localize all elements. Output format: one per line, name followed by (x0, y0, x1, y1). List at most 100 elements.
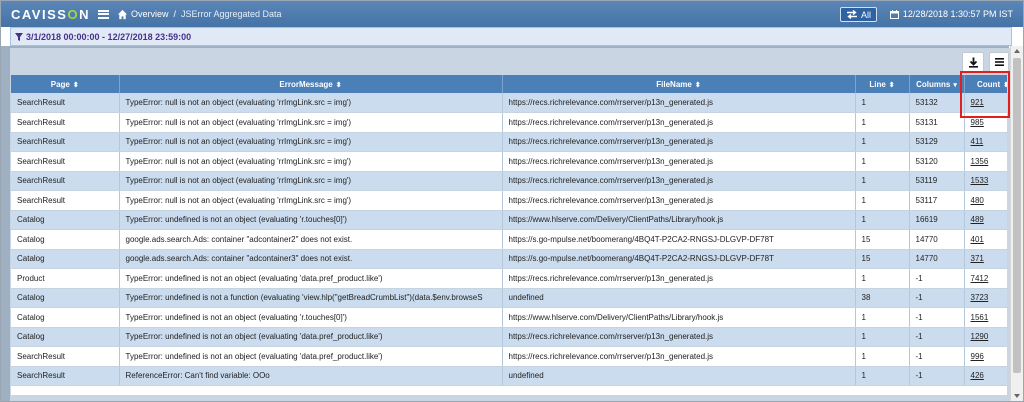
datetime-text: 12/28/2018 1:30:57 PM IST (902, 9, 1013, 19)
table-row[interactable]: SearchResult TypeError: null is not an ob… (11, 151, 1007, 172)
cell-line: 1 (855, 307, 910, 328)
cell-error-message: TypeError: undefined is not a function (… (119, 288, 503, 308)
sort-icon[interactable]: ⬍ (889, 82, 895, 89)
cell-line: 1 (855, 366, 910, 386)
cell-count: 7412 (964, 268, 1007, 289)
cell-count: 426 (964, 366, 1007, 386)
table-row[interactable]: Catalog google.ads.search.Ads: container … (11, 249, 1007, 269)
breadcrumb-overview[interactable]: Overview (131, 9, 169, 19)
table-header-row: Page ⬍ ErrorMessage ⬍ FileName ⬍ Line ⬍ Columns ▾… (11, 75, 1007, 93)
menu-icon[interactable] (97, 9, 109, 19)
cell-line: 1 (855, 151, 910, 172)
cell-count: 371 (964, 249, 1007, 269)
count-link[interactable]: 1533 (971, 176, 989, 185)
all-button[interactable]: All (839, 7, 877, 22)
cell-error-message: TypeError: null is not an object (evalua… (119, 171, 503, 191)
table-row[interactable]: SearchResult TypeError: null is not an ob… (11, 93, 1007, 113)
count-link[interactable]: 371 (971, 254, 984, 263)
count-link[interactable]: 996 (971, 352, 984, 361)
table-row[interactable]: Catalog TypeError: undefined is not a fun… (11, 288, 1007, 308)
filter-icon (15, 32, 23, 41)
table-body: SearchResult TypeError: null is not an ob… (11, 93, 1007, 386)
time-filter-bar[interactable]: 3/1/2018 00:00:00 - 12/27/2018 23:59:00 (10, 27, 1012, 46)
column-header-label: Count (977, 79, 1001, 89)
column-header-label: Page (50, 79, 70, 89)
cell-line: 1 (855, 327, 910, 347)
cell-page: Catalog (11, 327, 120, 347)
sort-icon[interactable]: ⬍ (336, 82, 342, 89)
table-row[interactable]: SearchResult TypeError: undefined is not … (11, 346, 1007, 367)
cell-page: SearchResult (11, 132, 120, 152)
count-link[interactable]: 1290 (971, 332, 989, 341)
cell-columns: -1 (909, 366, 965, 386)
column-header-page[interactable]: Page ⬍ (11, 75, 120, 93)
scrollbar-thumb[interactable] (1013, 58, 1021, 373)
scroll-down-icon[interactable] (1014, 394, 1020, 398)
count-link[interactable]: 3723 (971, 293, 989, 302)
cell-file-name: https://www.hlserve.com/Delivery/ClientP… (502, 307, 856, 328)
table-row[interactable]: SearchResult ReferenceError: Can't find v… (11, 366, 1007, 386)
swap-icon (846, 10, 857, 19)
column-header-file-name[interactable]: FileName ⬍ (502, 75, 856, 93)
column-header-columns[interactable]: Columns ▾ (909, 75, 965, 93)
count-link[interactable]: 7412 (971, 274, 989, 283)
count-link[interactable]: 1356 (971, 157, 989, 166)
table-row[interactable]: SearchResult TypeError: null is not an ob… (11, 171, 1007, 191)
calendar-icon (889, 9, 899, 19)
sort-icon[interactable]: ⬍ (695, 82, 701, 89)
scroll-up-icon[interactable] (1014, 49, 1020, 53)
column-header-line[interactable]: Line ⬍ (855, 75, 910, 93)
cell-file-name: undefined (502, 288, 856, 308)
sort-icon[interactable]: ▾ (953, 82, 957, 89)
cell-line: 1 (855, 268, 910, 289)
cell-file-name: https://recs.richrelevance.com/rrserver/… (502, 268, 856, 289)
sort-icon[interactable]: ⬍ (73, 82, 79, 89)
top-bar: CAVISSON Overview / JSError Aggregated D… (1, 1, 1023, 27)
cell-error-message: TypeError: undefined is not an object (e… (119, 346, 503, 367)
cell-file-name: https://recs.richrelevance.com/rrserver/… (502, 93, 856, 113)
home-icon[interactable] (117, 9, 128, 20)
cell-columns: 16619 (909, 210, 965, 230)
table-row[interactable]: Catalog TypeError: undefined is not an ob… (11, 307, 1007, 328)
download-button[interactable] (962, 52, 984, 72)
cell-line: 1 (855, 190, 910, 211)
cell-error-message: TypeError: null is not an object (evalua… (119, 132, 503, 152)
table-row[interactable]: Product TypeError: undefined is not an ob… (11, 268, 1007, 289)
count-link[interactable]: 426 (971, 371, 984, 380)
cell-line: 1 (855, 171, 910, 191)
column-header-count[interactable]: Count ⬍ (964, 75, 1007, 93)
table-row[interactable]: SearchResult TypeError: null is not an ob… (11, 190, 1007, 211)
column-header-label: Columns (916, 79, 951, 89)
table-row[interactable]: SearchResult TypeError: null is not an ob… (11, 112, 1007, 133)
cell-file-name: https://recs.richrelevance.com/rrserver/… (502, 190, 856, 211)
count-link[interactable]: 921 (971, 98, 984, 107)
all-button-label: All (860, 9, 871, 20)
cavisson-logo[interactable]: CAVISSON (11, 7, 90, 22)
count-link[interactable]: 489 (971, 215, 984, 224)
cell-columns: 14770 (909, 229, 965, 250)
count-link[interactable]: 985 (971, 118, 984, 127)
column-header-error-message[interactable]: ErrorMessage ⬍ (119, 75, 503, 93)
columns-button[interactable] (989, 52, 1009, 72)
cell-line: 15 (855, 249, 910, 269)
count-link[interactable]: 1561 (971, 313, 989, 322)
table-row[interactable]: Catalog TypeError: undefined is not an ob… (11, 210, 1007, 230)
table-row[interactable]: SearchResult TypeError: null is not an ob… (11, 132, 1007, 152)
cell-page: Catalog (11, 307, 120, 328)
column-header-label: ErrorMessage (279, 79, 333, 89)
table-row[interactable]: Catalog google.ads.search.Ads: container … (11, 229, 1007, 250)
cell-columns: 53129 (909, 132, 965, 152)
cell-count: 411 (964, 132, 1007, 152)
vertical-scrollbar[interactable] (1010, 46, 1023, 401)
cell-count: 1561 (964, 307, 1007, 328)
cell-file-name: undefined (502, 366, 856, 386)
cell-line: 1 (855, 112, 910, 133)
count-link[interactable]: 401 (971, 235, 984, 244)
cell-count: 480 (964, 190, 1007, 211)
sort-icon[interactable]: ⬍ (1003, 82, 1007, 89)
cell-count: 985 (964, 112, 1007, 133)
count-link[interactable]: 480 (971, 196, 984, 205)
cell-file-name: https://recs.richrelevance.com/rrserver/… (502, 151, 856, 172)
table-row[interactable]: Catalog TypeError: undefined is not an ob… (11, 327, 1007, 347)
count-link[interactable]: 411 (971, 137, 984, 146)
